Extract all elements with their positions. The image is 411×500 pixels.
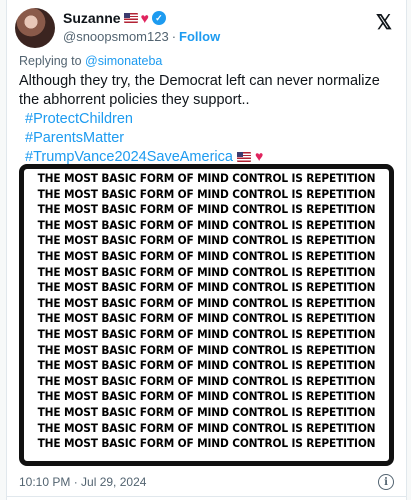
image-text-line: THE MOST BASIC FORM OF MIND CONTROL IS R…: [37, 343, 376, 357]
tweet-footer: 10:10 PM · Jul 29, 2024 i: [19, 474, 394, 492]
image-text-line: THE MOST BASIC FORM OF MIND CONTROL IS R…: [37, 281, 376, 295]
image-text-line: THE MOST BASIC FORM OF MIND CONTROL IS R…: [37, 234, 376, 248]
avatar[interactable]: [15, 8, 55, 48]
us-flag-icon: [236, 152, 251, 163]
info-icon[interactable]: i: [378, 474, 394, 490]
hashtag-link[interactable]: #ParentsMatter: [19, 129, 394, 148]
replying-to: Replying to @simonateba: [19, 54, 162, 68]
image-text-line: THE MOST BASIC FORM OF MIND CONTROL IS R…: [37, 188, 376, 202]
tweet-text: Although they try, the Democrat left can…: [19, 72, 394, 167]
image-text-line: THE MOST BASIC FORM OF MIND CONTROL IS R…: [37, 266, 376, 279]
red-heart-icon: ♥: [140, 10, 149, 26]
tweet-card: Suzanne ♥ ✓ @snoopsmom123 · Follow 𝕏 Rep…: [6, 0, 407, 500]
verified-badge-icon: ✓: [151, 11, 166, 25]
tweet-header: Suzanne ♥ ✓ @snoopsmom123 · Follow 𝕏: [15, 6, 400, 48]
replying-prefix: Replying to: [19, 54, 82, 68]
display-name[interactable]: Suzanne: [63, 10, 121, 26]
display-name-row[interactable]: Suzanne ♥ ✓: [63, 10, 166, 26]
user-handle[interactable]: @snoopsmom123: [63, 29, 169, 44]
handle-row: @snoopsmom123 · Follow: [63, 29, 220, 44]
image-text-line: THE MOST BASIC FORM OF MIND CONTROL IS R…: [37, 172, 376, 186]
tweet-text-line: Although they try, the Democrat left can…: [19, 73, 380, 89]
divider: [7, 496, 406, 497]
tweet-timestamp[interactable]: 10:10 PM · Jul 29, 2024: [19, 475, 146, 489]
tweet-image[interactable]: THE MOST BASIC FORM OF MIND CONTROL IS R…: [19, 164, 394, 466]
follow-button[interactable]: Follow: [179, 29, 220, 44]
image-text-line: THE MOST BASIC FORM OF MIND CONTROL IS R…: [37, 437, 376, 451]
hashtag-link[interactable]: #ProtectChildren: [19, 110, 394, 129]
hashtag-link[interactable]: #TrumpVance2024SaveAmerica: [25, 149, 233, 165]
image-text-line: THE MOST BASIC FORM OF MIND CONTROL IS R…: [37, 312, 376, 326]
us-flag-icon: [123, 13, 138, 23]
red-heart-icon: ♥: [255, 148, 264, 164]
image-text-line: THE MOST BASIC FORM OF MIND CONTROL IS R…: [37, 203, 376, 217]
reply-mention-link[interactable]: @simonateba: [85, 54, 162, 68]
image-text-line: THE MOST BASIC FORM OF MIND CONTROL IS R…: [37, 406, 376, 420]
image-text-line: THE MOST BASIC FORM OF MIND CONTROL IS R…: [37, 390, 376, 404]
image-text-line: THE MOST BASIC FORM OF MIND CONTROL IS R…: [37, 250, 376, 264]
image-text-line: THE MOST BASIC FORM OF MIND CONTROL IS R…: [37, 421, 376, 435]
image-text-line: THE MOST BASIC FORM OF MIND CONTROL IS R…: [37, 328, 376, 342]
image-text-lines: THE MOST BASIC FORM OF MIND CONTROL IS R…: [24, 172, 389, 453]
tweet-text-line: the abhorrent policies they support..: [19, 92, 250, 108]
x-logo-icon[interactable]: 𝕏: [376, 10, 392, 35]
image-text-line: THE MOST BASIC FORM OF MIND CONTROL IS R…: [37, 359, 376, 373]
separator-dot: ·: [171, 29, 177, 44]
